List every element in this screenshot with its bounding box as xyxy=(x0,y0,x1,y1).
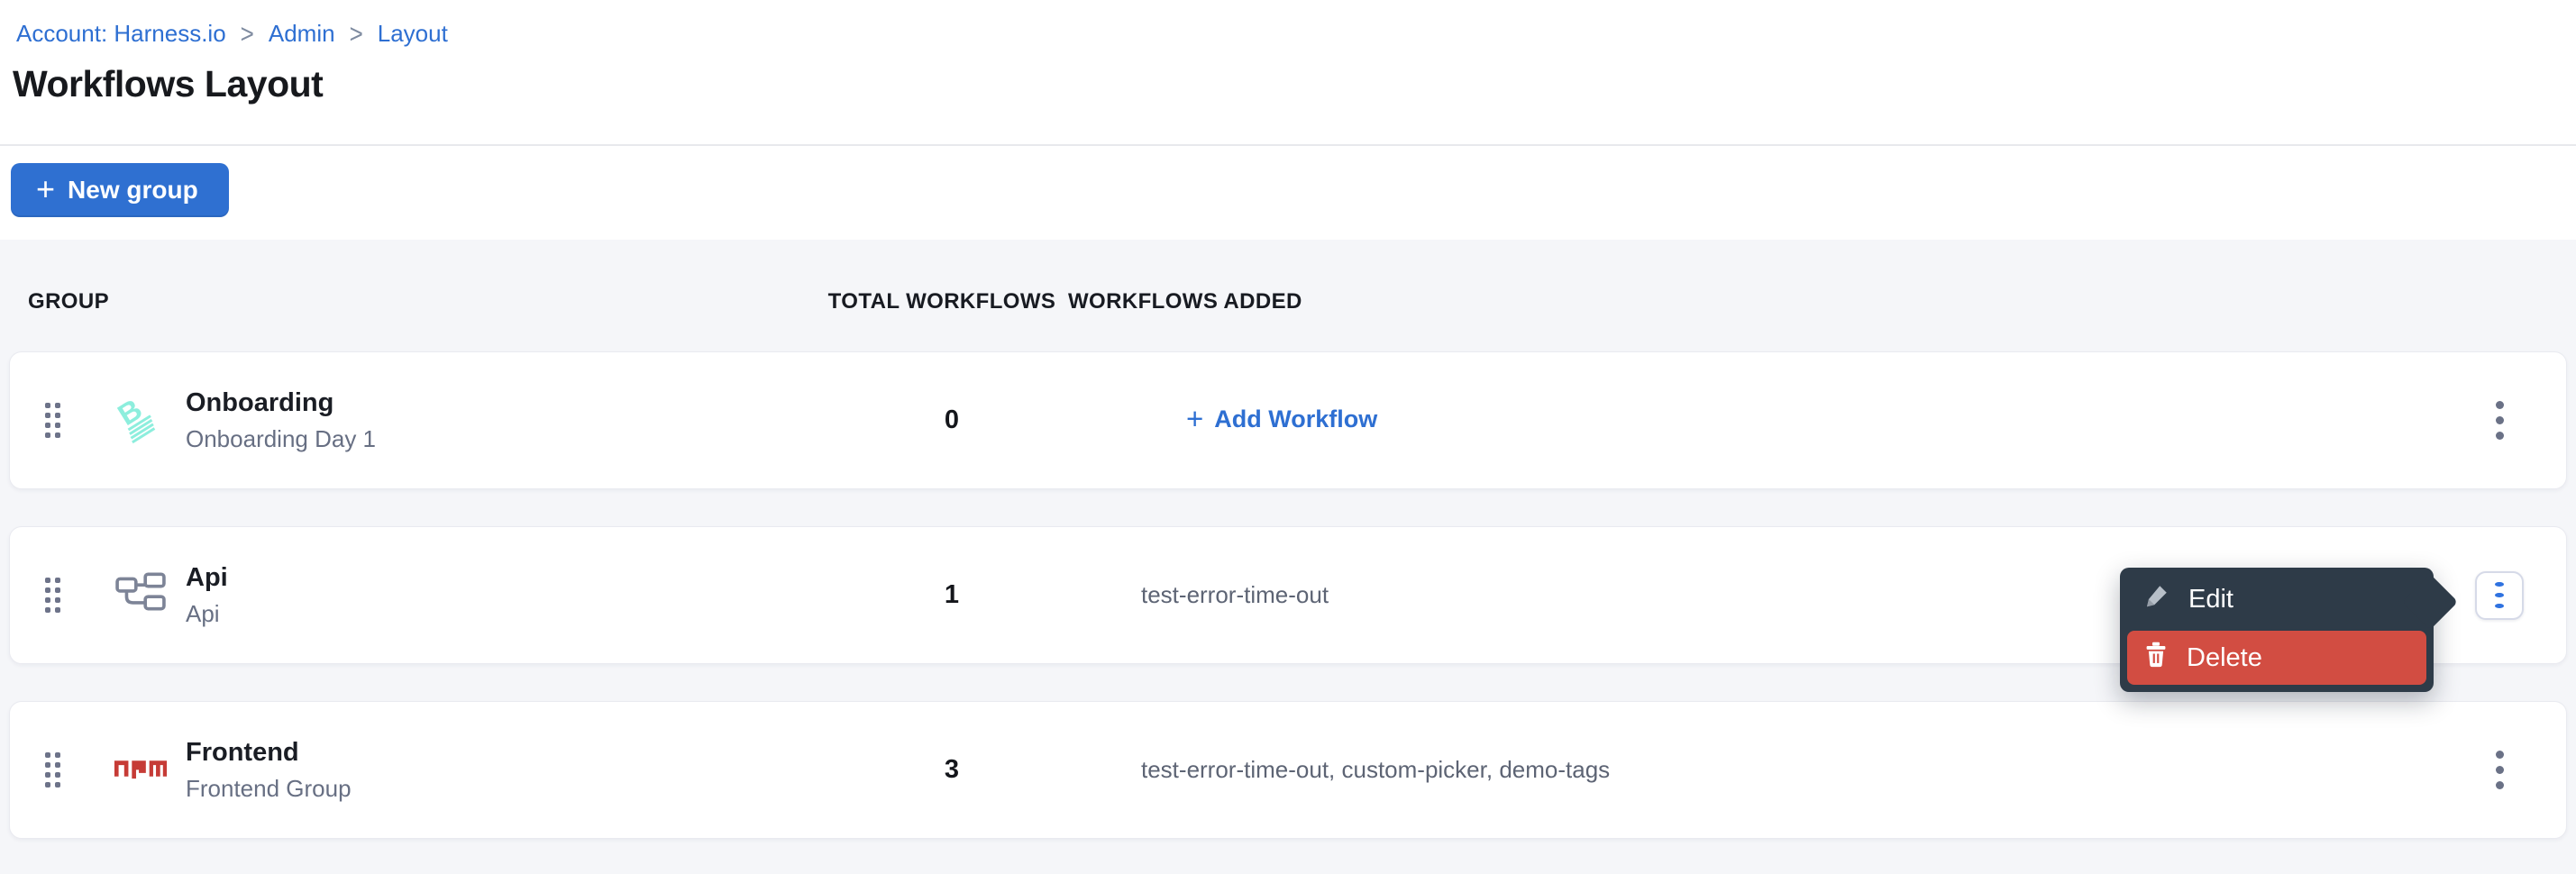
row-context-menu: Edit Delete xyxy=(2120,568,2434,692)
table-row-onboarding: B Onboarding Onboarding Day 1 0 + xyxy=(9,351,2567,489)
breadcrumb-separator: > xyxy=(350,18,363,50)
group-name: Api xyxy=(186,563,826,593)
plus-icon: + xyxy=(36,173,55,205)
new-group-button-label: New group xyxy=(68,176,198,205)
plus-icon: + xyxy=(1186,404,1203,433)
breadcrumb-separator: > xyxy=(241,18,254,50)
breadcrumb: Account: Harness.io > Admin > Layout xyxy=(16,20,448,48)
context-menu-edit[interactable]: Edit xyxy=(2120,568,2434,631)
breadcrumb-admin-link[interactable]: Admin xyxy=(269,20,335,48)
trash-icon xyxy=(2143,641,2169,675)
group-description: Onboarding Day 1 xyxy=(186,425,826,453)
breadcrumb-layout-link[interactable]: Layout xyxy=(378,20,448,48)
drag-handle[interactable] xyxy=(40,572,66,618)
kebab-menu-button[interactable] xyxy=(2487,392,2513,449)
npm-logo-icon xyxy=(113,756,169,784)
group-name: Onboarding xyxy=(186,388,826,418)
table-row-frontend: Frontend Frontend Group 3 test-error-tim… xyxy=(9,701,2567,839)
workflows-added-list: test-error-time-out, custom-picker, demo… xyxy=(1078,756,2433,784)
total-workflows-count: 0 xyxy=(826,405,1078,435)
stack-logo-icon: B xyxy=(116,392,165,449)
kebab-menu-button-active[interactable] xyxy=(2475,571,2524,620)
total-workflows-count: 1 xyxy=(826,580,1078,610)
header-divider xyxy=(0,144,2576,146)
context-menu-delete[interactable]: Delete xyxy=(2127,631,2426,685)
drag-handle[interactable] xyxy=(40,397,66,443)
breadcrumb-account-link[interactable]: Account: Harness.io xyxy=(16,20,226,48)
total-workflows-count: 3 xyxy=(826,755,1078,785)
context-menu-delete-label: Delete xyxy=(2187,643,2262,673)
group-description: Frontend Group xyxy=(186,775,826,803)
drag-handle[interactable] xyxy=(40,747,66,793)
pencil-icon xyxy=(2143,582,2170,616)
group-description: Api xyxy=(186,600,826,628)
workflow-groups-table: GROUP TOTAL WORKFLOWS WORKFLOWS ADDED B xyxy=(0,240,2576,874)
group-name: Frontend xyxy=(186,738,826,768)
new-group-button[interactable]: + New group xyxy=(11,163,229,217)
column-header-workflows-added: WORKFLOWS ADDED xyxy=(1068,288,2567,315)
page-title: Workflows Layout xyxy=(13,63,323,105)
column-header-group: GROUP xyxy=(9,288,816,315)
add-workflow-label: Add Workflow xyxy=(1214,405,1377,433)
column-header-total-workflows: TOTAL WORKFLOWS xyxy=(816,288,1068,315)
kebab-menu-button[interactable] xyxy=(2487,742,2513,798)
table-header-row: GROUP TOTAL WORKFLOWS WORKFLOWS ADDED xyxy=(9,288,2567,315)
add-workflow-link[interactable]: + Add Workflow xyxy=(1186,405,1377,433)
context-menu-edit-label: Edit xyxy=(2188,585,2233,615)
workflow-diagram-icon xyxy=(115,572,166,618)
